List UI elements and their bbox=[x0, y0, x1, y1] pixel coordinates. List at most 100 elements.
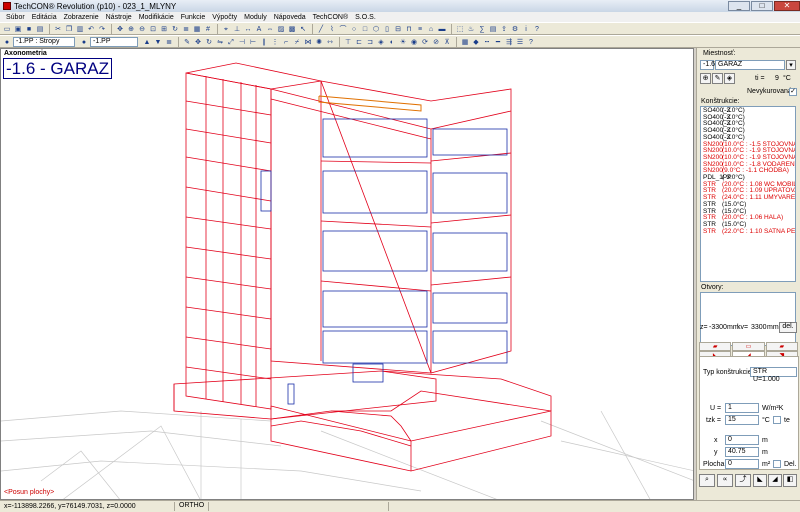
minimize-button[interactable]: _ bbox=[728, 1, 750, 11]
room-icon[interactable]: ⬚ bbox=[455, 24, 465, 34]
menu-help[interactable]: Nápoveda bbox=[274, 14, 306, 21]
building-model[interactable] bbox=[1, 49, 694, 500]
redraw-icon[interactable]: ↻ bbox=[170, 24, 180, 34]
select-icon[interactable]: ↖ bbox=[298, 24, 308, 34]
view-side-icon[interactable]: ⊐ bbox=[365, 37, 375, 47]
room-name-field[interactable]: GARAZ bbox=[715, 60, 785, 70]
join-icon[interactable]: ⋈ bbox=[303, 37, 313, 47]
construction-item[interactable]: STR (22.0°C : 1.10 SATNA PERS.) bbox=[703, 228, 795, 236]
properties-icon[interactable]: ▦ bbox=[192, 24, 202, 34]
section-icon[interactable]: ⊘ bbox=[431, 37, 441, 47]
ortho-indicator[interactable]: ORTHO bbox=[174, 502, 208, 511]
menu-calculations[interactable]: Výpočty bbox=[212, 14, 237, 21]
view-3d-icon[interactable]: ◈ bbox=[376, 37, 386, 47]
stretch-icon[interactable]: ⇿ bbox=[325, 37, 335, 47]
maximize-button[interactable]: □ bbox=[751, 1, 773, 11]
linetype-icon[interactable]: ┅ bbox=[482, 37, 492, 47]
array-icon[interactable]: ⋮ bbox=[270, 37, 280, 47]
menu-tools[interactable]: Nástroje bbox=[106, 14, 132, 21]
open-file-icon[interactable]: ▣ bbox=[13, 24, 23, 34]
wall-left-icon[interactable]: ◣ bbox=[753, 474, 767, 487]
measure-icon[interactable]: ↔ bbox=[243, 24, 253, 34]
type-dropdown[interactable]: STR U=1.000 bbox=[750, 367, 797, 383]
openings-list[interactable] bbox=[700, 292, 796, 346]
line-icon[interactable]: ╱ bbox=[316, 24, 326, 34]
settings-icon[interactable]: ⚙ bbox=[510, 24, 520, 34]
menu-modules[interactable]: Moduly bbox=[244, 14, 267, 21]
snap-icon[interactable]: ⌖ bbox=[221, 24, 231, 34]
fillet-icon[interactable]: ⌐ bbox=[281, 37, 291, 47]
wall-right-icon[interactable]: ◢ bbox=[768, 474, 782, 487]
redo-icon[interactable]: ↷ bbox=[97, 24, 107, 34]
scale-icon[interactable]: ⤢ bbox=[226, 37, 236, 47]
polygon-icon[interactable]: ⬡ bbox=[371, 24, 381, 34]
menu-edit[interactable]: Editácia bbox=[32, 14, 57, 21]
text-icon[interactable]: A bbox=[254, 24, 264, 34]
room-dropdown-icon[interactable]: ▾ bbox=[786, 60, 796, 70]
copy-construction-icon[interactable]: ∝ bbox=[717, 474, 733, 487]
construction-item[interactable]: STR (15.0°C) bbox=[703, 201, 793, 209]
wall-icon[interactable]: ▯ bbox=[382, 24, 392, 34]
layer-combo[interactable]: -1.PP : Stropy bbox=[13, 36, 75, 47]
floor-manager-icon[interactable]: ≣ bbox=[164, 37, 174, 47]
apply-icon[interactable]: ⤴ bbox=[735, 474, 751, 487]
orbit-icon[interactable]: ⟳ bbox=[420, 37, 430, 47]
dimension-icon[interactable]: ⇔ bbox=[265, 24, 275, 34]
menu-sos[interactable]: S.O.S. bbox=[355, 14, 376, 21]
lightbulb-icon[interactable]: ● bbox=[2, 37, 12, 47]
trim-icon[interactable]: ⊣ bbox=[237, 37, 247, 47]
drawing-viewport[interactable]: Axonometria -1.6 - GARAZ <Posun plochy> bbox=[0, 48, 694, 500]
menu-file[interactable]: Súbor bbox=[6, 14, 25, 21]
zoom-window-icon[interactable]: ⊡ bbox=[148, 24, 158, 34]
slab-icon[interactable]: ▬ bbox=[437, 24, 447, 34]
color-icon[interactable]: ◆ bbox=[471, 37, 481, 47]
help-icon[interactable]: ? bbox=[532, 24, 542, 34]
u-field[interactable]: 1 bbox=[725, 403, 759, 413]
new-file-icon[interactable]: ▭ bbox=[2, 24, 12, 34]
zoom-all-icon[interactable]: ⊞ bbox=[159, 24, 169, 34]
y-field[interactable]: 40.75 bbox=[725, 447, 759, 457]
floor-down-icon[interactable]: ▼ bbox=[153, 37, 163, 47]
floor-combo[interactable]: -1.PP bbox=[90, 36, 138, 47]
construction-item[interactable]: STR (20.0°C : 1.06 HALA) bbox=[703, 214, 793, 222]
query-icon[interactable]: ? bbox=[526, 37, 536, 47]
wall-both-icon[interactable]: ◧ bbox=[783, 474, 797, 487]
rotate-icon[interactable]: ↻ bbox=[204, 37, 214, 47]
tab-windows[interactable]: ▭ bbox=[732, 342, 765, 351]
add-room-icon[interactable]: ⊕ bbox=[700, 73, 711, 84]
arc-icon[interactable]: ⌒ bbox=[338, 24, 348, 34]
explode-icon[interactable]: ✺ bbox=[314, 37, 324, 47]
window-tool-icon[interactable]: ⊟ bbox=[393, 24, 403, 34]
view-front-icon[interactable]: ⊏ bbox=[354, 37, 364, 47]
camera-icon[interactable]: ◉ bbox=[409, 37, 419, 47]
circle-icon[interactable]: ○ bbox=[349, 24, 359, 34]
calculate-icon[interactable]: ∑ bbox=[477, 24, 487, 34]
move-icon[interactable]: ✥ bbox=[193, 37, 203, 47]
close-button[interactable]: ✕ bbox=[774, 1, 800, 11]
save-icon[interactable]: ■ bbox=[24, 24, 34, 34]
ortho-icon[interactable]: ⊥ bbox=[232, 24, 242, 34]
match-icon[interactable]: ⇶ bbox=[504, 37, 514, 47]
light-icon[interactable]: ☀ bbox=[398, 37, 408, 47]
info-icon[interactable]: i bbox=[521, 24, 531, 34]
room-code-field[interactable]: -1.6 bbox=[700, 60, 715, 70]
zoom-out-icon[interactable]: ⊖ bbox=[137, 24, 147, 34]
room-info-icon[interactable]: ◈ bbox=[724, 73, 735, 84]
constructions-list[interactable]: SO400_Z(-3.0°C) SO400_Z(-3.0°C) SO400_Z(-3… bbox=[700, 106, 796, 282]
rectangle-icon[interactable]: □ bbox=[360, 24, 370, 34]
material-icon[interactable]: ▦ bbox=[460, 37, 470, 47]
paste-icon[interactable]: ▥ bbox=[75, 24, 85, 34]
export-icon[interactable]: ⇪ bbox=[499, 24, 509, 34]
te-checkbox[interactable] bbox=[773, 416, 781, 424]
menu-techcon[interactable]: TechCON® bbox=[313, 14, 349, 21]
wrench-icon[interactable]: ✎ bbox=[182, 37, 192, 47]
stair-icon[interactable]: ≡ bbox=[415, 24, 425, 34]
break-icon[interactable]: ⌿ bbox=[292, 37, 302, 47]
layers-icon[interactable]: ≣ bbox=[181, 24, 191, 34]
door-icon[interactable]: ⊓ bbox=[404, 24, 414, 34]
delete-opening-button[interactable]: del. bbox=[779, 322, 797, 333]
lineweight-icon[interactable]: ━ bbox=[493, 37, 503, 47]
construction-item[interactable]: STR (24.0°C : 1.11 UMYVAREN) bbox=[703, 194, 795, 202]
report-icon[interactable]: ▤ bbox=[488, 24, 498, 34]
undo-icon[interactable]: ↶ bbox=[86, 24, 96, 34]
